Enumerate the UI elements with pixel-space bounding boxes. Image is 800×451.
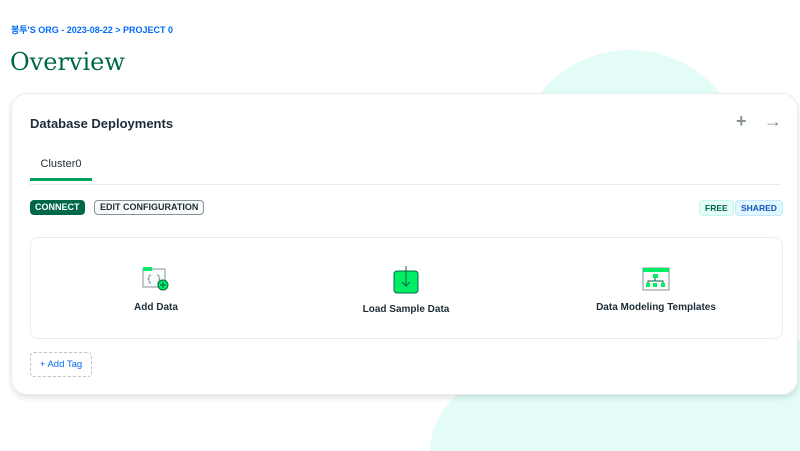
actions-panel: Add Data Load Sample Data Data Modeling … [30,237,783,339]
download-icon [393,266,419,294]
arrow-right-icon[interactable]: → [764,111,782,132]
page-title: Overview [10,48,125,76]
database-deployments-card: Database Deployments + → Cluster0 CONNEC… [11,93,798,395]
breadcrumb[interactable]: 봉투'S ORG - 2023-08-22 > PROJECT 0 [11,23,173,36]
free-badge: FREE [699,200,734,216]
action-label: Load Sample Data [362,304,450,315]
add-data-action[interactable]: Add Data [126,266,186,313]
edit-configuration-button[interactable]: EDIT CONFIGURATION [94,200,205,215]
load-sample-data-action[interactable]: Load Sample Data [351,266,461,315]
add-icon[interactable]: + [736,111,747,132]
data-modeling-templates-action[interactable]: Data Modeling Templates [591,266,721,313]
shared-badge: SHARED [735,200,783,216]
action-label: Add Data [134,302,178,313]
schema-template-icon [642,267,670,291]
folder-add-icon [142,267,169,291]
card-title: Database Deployments [30,116,174,131]
action-label: Data Modeling Templates [596,302,716,313]
tab-cluster0[interactable]: Cluster0 [30,158,92,181]
add-tag-button[interactable]: + Add Tag [30,352,92,377]
connect-button[interactable]: CONNECT [30,200,85,215]
divider [30,184,781,185]
